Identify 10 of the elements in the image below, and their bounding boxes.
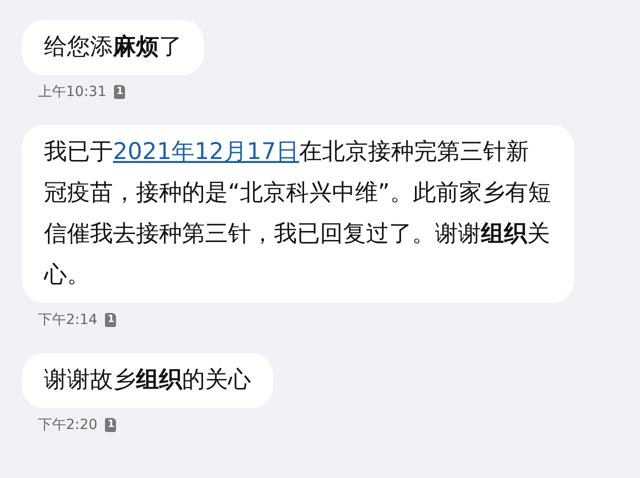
message-text: 我已于2021年12月17日在北京接种完第三针新冠疫苗，接种的是“北京科兴中维”。此前家乡有短信催我去接种第三针，我已回复过了。谢谢组织关心。 [44, 138, 552, 290]
message-time: 下午2:14 [38, 311, 98, 329]
message-time: 下午2:20 [38, 416, 98, 434]
message-text: 谢谢故乡组织的关心 [44, 366, 251, 395]
date-link[interactable]: 2021年12月17日 [113, 139, 300, 165]
message-time: 上午10:31 [38, 83, 106, 101]
message-text: 给您添麻烦了 [44, 33, 182, 62]
sim-card-icon: 1 [114, 85, 126, 99]
sim-card-icon: 1 [105, 313, 116, 327]
sim-card-icon: 1 [105, 418, 116, 432]
